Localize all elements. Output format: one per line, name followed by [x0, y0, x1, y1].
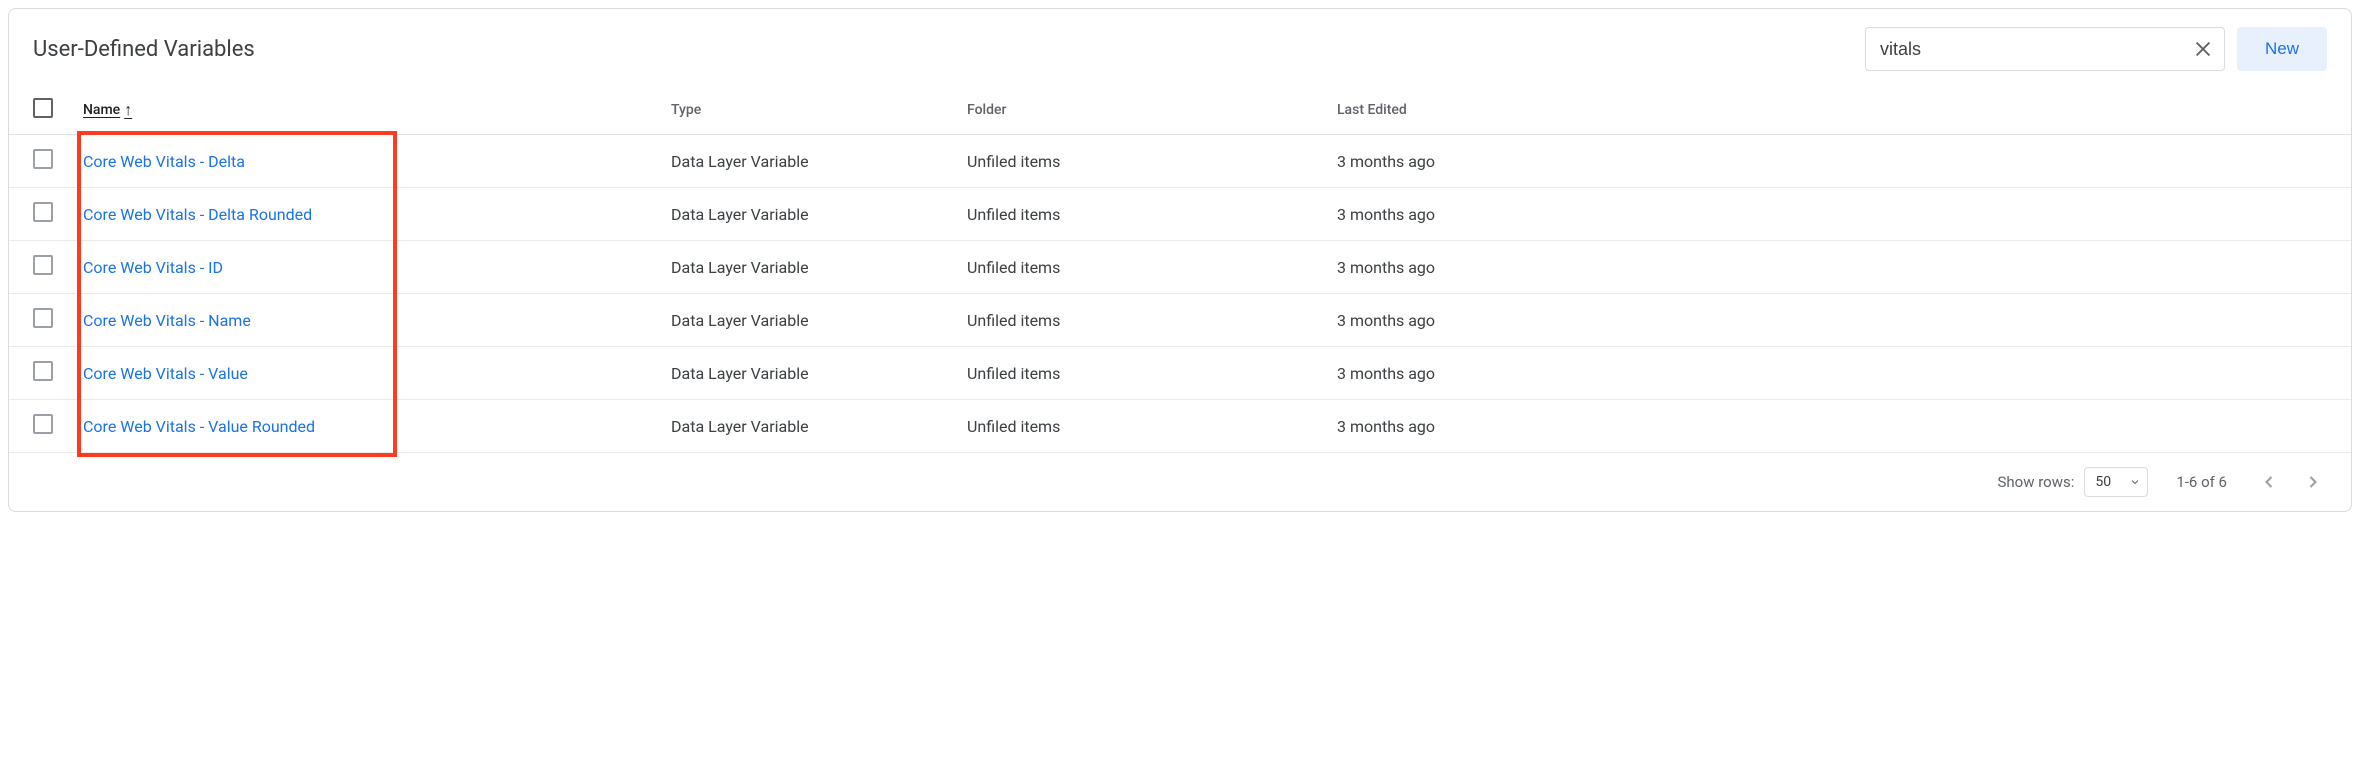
variable-link[interactable]: Core Web Vitals - Name — [83, 311, 251, 330]
variable-link[interactable]: Core Web Vitals - Delta — [83, 152, 245, 171]
name-header-label: Name — [83, 102, 120, 118]
clear-search-button[interactable] — [2187, 33, 2219, 65]
row-checkbox[interactable] — [33, 361, 53, 381]
variable-link[interactable]: Core Web Vitals - Value — [83, 364, 248, 383]
chevron-right-icon — [2303, 472, 2323, 492]
column-header-name: Name ↑ — [81, 99, 671, 120]
variable-last-edited: 3 months ago — [1337, 205, 2327, 224]
variable-folder: Unfiled items — [967, 311, 1337, 330]
variable-folder: Unfiled items — [967, 152, 1337, 171]
rows-per-page-select[interactable]: 50 — [2084, 467, 2148, 497]
variable-type: Data Layer Variable — [671, 205, 967, 224]
sort-ascending-icon: ↑ — [124, 100, 132, 120]
variable-last-edited: 3 months ago — [1337, 417, 2327, 436]
variable-last-edited: 3 months ago — [1337, 364, 2327, 383]
table-row: Core Web Vitals - Delta Rounded Data Lay… — [9, 188, 2351, 241]
variable-type: Data Layer Variable — [671, 152, 967, 171]
variable-last-edited: 3 months ago — [1337, 152, 2327, 171]
table-row: Core Web Vitals - Delta Data Layer Varia… — [9, 135, 2351, 188]
variable-folder: Unfiled items — [967, 205, 1337, 224]
column-header-folder: Folder — [967, 102, 1337, 118]
search-input[interactable] — [1865, 27, 2225, 71]
header-checkbox-cell — [33, 98, 81, 122]
variable-last-edited: 3 months ago — [1337, 258, 2327, 277]
card-header: User-Defined Variables New — [9, 9, 2351, 85]
row-checkbox[interactable] — [33, 149, 53, 169]
page-range: 1-6 of 6 — [2176, 473, 2227, 491]
column-header-last-edited: Last Edited — [1337, 102, 2327, 118]
table-footer: Show rows: 50 1-6 of 6 — [9, 453, 2351, 511]
variables-table: Name ↑ Type Folder Last Edited Core Web … — [9, 85, 2351, 511]
column-header-type: Type — [671, 102, 967, 118]
row-checkbox[interactable] — [33, 414, 53, 434]
variables-card: User-Defined Variables New Name — [8, 8, 2352, 512]
variable-folder: Unfiled items — [967, 364, 1337, 383]
variable-link[interactable]: Core Web Vitals - Value Rounded — [83, 417, 315, 436]
table-row: Core Web Vitals - Name Data Layer Variab… — [9, 294, 2351, 347]
chevron-down-icon — [2129, 476, 2141, 488]
table-body: Core Web Vitals - Delta Data Layer Varia… — [9, 135, 2351, 453]
new-button[interactable]: New — [2237, 27, 2327, 71]
select-all-checkbox[interactable] — [33, 98, 53, 118]
table-row: Core Web Vitals - Value Rounded Data Lay… — [9, 400, 2351, 453]
row-checkbox[interactable] — [33, 202, 53, 222]
variable-type: Data Layer Variable — [671, 311, 967, 330]
variable-type: Data Layer Variable — [671, 258, 967, 277]
show-rows-control: Show rows: 50 — [1997, 467, 2148, 497]
table-row: Core Web Vitals - ID Data Layer Variable… — [9, 241, 2351, 294]
chevron-left-icon — [2259, 472, 2279, 492]
close-icon — [2192, 38, 2214, 60]
variable-last-edited: 3 months ago — [1337, 311, 2327, 330]
variable-link[interactable]: Core Web Vitals - ID — [83, 258, 223, 277]
table-row: Core Web Vitals - Value Data Layer Varia… — [9, 347, 2351, 400]
search-wrap — [1865, 27, 2225, 71]
pager-buttons — [2255, 468, 2327, 496]
next-page-button[interactable] — [2299, 468, 2327, 496]
table-header-row: Name ↑ Type Folder Last Edited — [9, 85, 2351, 135]
variable-folder: Unfiled items — [967, 258, 1337, 277]
show-rows-label: Show rows: — [1997, 473, 2074, 491]
previous-page-button[interactable] — [2255, 468, 2283, 496]
variable-type: Data Layer Variable — [671, 364, 967, 383]
variable-link[interactable]: Core Web Vitals - Delta Rounded — [83, 205, 312, 224]
variable-folder: Unfiled items — [967, 417, 1337, 436]
card-title: User-Defined Variables — [33, 37, 255, 62]
row-checkbox[interactable] — [33, 255, 53, 275]
row-checkbox[interactable] — [33, 308, 53, 328]
pager: 1-6 of 6 — [2176, 468, 2327, 496]
variable-type: Data Layer Variable — [671, 417, 967, 436]
rows-per-page-value: 50 — [2095, 474, 2111, 490]
header-actions: New — [1865, 27, 2327, 71]
name-sort-header[interactable]: Name ↑ — [83, 100, 132, 120]
